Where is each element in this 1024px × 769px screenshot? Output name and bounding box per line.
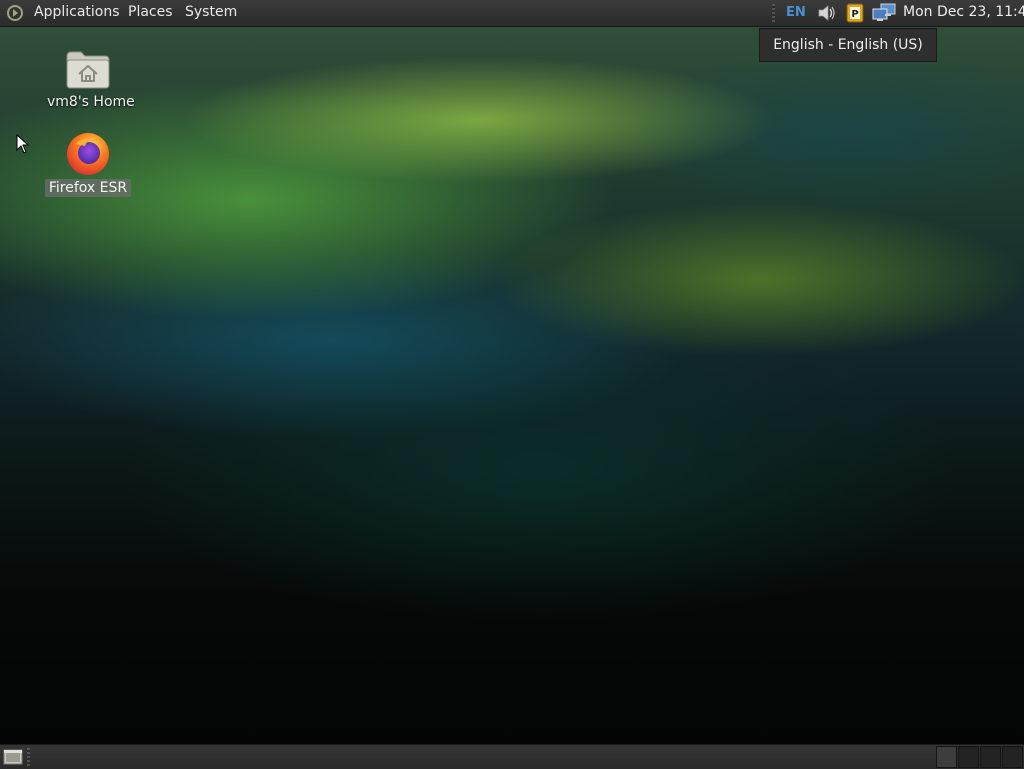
show-desktop-icon[interactable] — [3, 748, 23, 766]
network-icon[interactable] — [871, 3, 897, 23]
menu-system[interactable]: System — [185, 4, 237, 20]
svg-text:P: P — [851, 9, 858, 20]
firefox-icon — [67, 133, 109, 175]
home-folder-icon — [66, 51, 110, 89]
desktop-icon-label: Firefox ESR — [44, 179, 132, 197]
keyboard-layout-tooltip: English - English (US) — [759, 28, 937, 62]
bottom-panel — [0, 744, 1024, 769]
mouse-pointer-icon — [16, 134, 30, 154]
clock[interactable]: Mon Dec 23, 11:40 — [903, 4, 1024, 20]
workspace-2[interactable] — [958, 746, 979, 768]
debian-menu-logo-icon[interactable] — [6, 4, 24, 22]
workspace-1[interactable] — [936, 746, 957, 768]
panel-separator — [27, 748, 30, 766]
desktop-icon-label: vm8's Home — [47, 94, 135, 110]
top-panel: Applications Places System EN P Mon Dec … — [0, 0, 1024, 27]
menu-applications[interactable]: Applications — [34, 4, 120, 20]
parcellite-clipboard-icon[interactable]: P — [845, 3, 865, 23]
volume-icon[interactable] — [816, 3, 838, 23]
menu-places[interactable]: Places — [128, 4, 173, 20]
workspace-3[interactable] — [980, 746, 1001, 768]
keyboard-layout-indicator[interactable]: EN — [786, 5, 806, 20]
desktop-background[interactable] — [0, 0, 1024, 768]
desktop-icon-home[interactable]: vm8's Home — [43, 48, 135, 111]
desktop-icon-firefox[interactable]: Firefox ESR — [43, 130, 133, 197]
panel-separator — [772, 4, 775, 22]
workspace-4[interactable] — [1002, 746, 1023, 768]
